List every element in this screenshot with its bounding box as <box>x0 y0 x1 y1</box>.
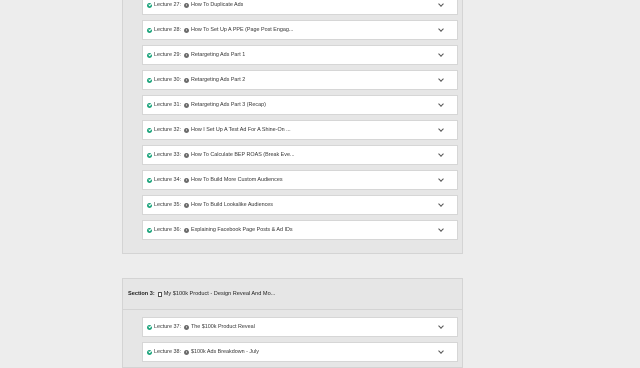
play-circle-icon <box>183 77 189 83</box>
check-circle-icon <box>147 102 152 108</box>
lecture-number: Lecture 33: <box>154 152 181 158</box>
lecture-title: $100k Ads Breakdown - July <box>190 349 260 355</box>
play-circle-icon <box>183 152 189 158</box>
check-circle-icon <box>147 202 152 208</box>
lecture-number: Lecture 28: <box>154 27 181 33</box>
lecture-number: Lecture 35: <box>154 202 181 208</box>
chevron-down-icon[interactable] <box>438 126 444 132</box>
section-divider <box>122 309 463 310</box>
chevron-down-icon[interactable] <box>438 1 444 7</box>
check-circle-icon <box>147 27 152 33</box>
check-circle-icon <box>147 77 152 83</box>
lecture-number: Lecture 38: <box>154 349 181 355</box>
lecture-number: Lecture 36: <box>154 227 181 233</box>
lecture-row-35[interactable]: Lecture 35: How To Build Lookalike Audie… <box>142 195 458 215</box>
check-circle-icon <box>147 52 152 58</box>
lecture-row-37[interactable]: Lecture 37: The $100k Product Reveal <box>142 317 458 337</box>
chevron-down-icon[interactable] <box>438 51 444 57</box>
chevron-down-icon[interactable] <box>438 176 444 182</box>
check-circle-icon <box>147 152 152 158</box>
chevron-down-icon[interactable] <box>438 101 444 107</box>
chevron-down-icon[interactable] <box>438 226 444 232</box>
lecture-title: How To Calculate BEP ROAS (Break Eve... <box>190 152 295 158</box>
lecture-title: Retargeting Ads Part 1 <box>190 52 246 58</box>
chevron-down-icon[interactable] <box>438 348 444 354</box>
check-circle-icon <box>147 2 152 8</box>
lecture-row-32[interactable]: Lecture 32: How I Set Up A Test Ad For A… <box>142 120 458 140</box>
play-circle-icon <box>183 227 189 233</box>
lecture-row-27[interactable]: Lecture 27: How To Duplicate Ads <box>142 0 458 15</box>
check-circle-icon <box>147 227 152 233</box>
lecture-number: Lecture 27: <box>154 2 181 8</box>
lecture-row-36[interactable]: Lecture 36: Explaining Facebook Page Pos… <box>142 220 458 240</box>
play-circle-icon <box>183 202 189 208</box>
check-circle-icon <box>147 127 152 133</box>
lecture-row-31[interactable]: Lecture 31: Retargeting Ads Part 3 (Reca… <box>142 95 458 115</box>
lecture-number: Lecture 31: <box>154 102 181 108</box>
play-circle-icon <box>183 102 189 108</box>
lecture-number: Lecture 29: <box>154 52 181 58</box>
lecture-title: Retargeting Ads Part 2 <box>190 77 246 83</box>
lecture-title: How To Duplicate Ads <box>190 2 244 8</box>
check-circle-icon <box>147 324 152 330</box>
play-circle-icon <box>183 27 189 33</box>
check-circle-icon <box>147 177 152 183</box>
play-circle-icon <box>183 177 189 183</box>
lecture-title: How To Build Lookalike Audiences <box>190 202 273 208</box>
chevron-down-icon[interactable] <box>438 76 444 82</box>
lecture-title: Explaining Facebook Page Posts & Ad IDs <box>190 227 293 233</box>
lecture-number: Lecture 30: <box>154 77 181 83</box>
lecture-title: How To Set Up A PPE (Page Post Engag... <box>190 27 294 33</box>
check-circle-icon <box>147 349 152 355</box>
document-icon <box>157 291 162 297</box>
section-title: My $100k Product - Design Reveal And Mo.… <box>163 291 276 297</box>
section-header[interactable]: Section 3: My $100k Product - Design Rev… <box>128 289 275 299</box>
play-circle-icon <box>183 52 189 58</box>
play-circle-icon <box>183 324 189 330</box>
lecture-title: How To Build More Custom Audiences <box>190 177 283 183</box>
section-label: Section 3: <box>128 291 155 297</box>
lecture-row-30[interactable]: Lecture 30: Retargeting Ads Part 2 <box>142 70 458 90</box>
lecture-title: How I Set Up A Test Ad For A Shine-On ..… <box>190 127 291 133</box>
lecture-title: The $100k Product Reveal <box>190 324 255 330</box>
lecture-row-33[interactable]: Lecture 33: How To Calculate BEP ROAS (B… <box>142 145 458 165</box>
play-circle-icon <box>183 127 189 133</box>
play-circle-icon <box>183 2 189 8</box>
chevron-down-icon[interactable] <box>438 151 444 157</box>
lecture-number: Lecture 32: <box>154 127 181 133</box>
lecture-title: Retargeting Ads Part 3 (Recap) <box>190 102 266 108</box>
lecture-row-38[interactable]: Lecture 38: $100k Ads Breakdown - July <box>142 342 458 362</box>
play-circle-icon <box>183 349 189 355</box>
lecture-number: Lecture 37: <box>154 324 181 330</box>
lecture-row-34[interactable]: Lecture 34: How To Build More Custom Aud… <box>142 170 458 190</box>
lecture-row-29[interactable]: Lecture 29: Retargeting Ads Part 1 <box>142 45 458 65</box>
chevron-down-icon[interactable] <box>438 323 444 329</box>
chevron-down-icon[interactable] <box>438 26 444 32</box>
lecture-number: Lecture 34: <box>154 177 181 183</box>
lecture-row-28[interactable]: Lecture 28: How To Set Up A PPE (Page Po… <box>142 20 458 40</box>
chevron-down-icon[interactable] <box>438 201 444 207</box>
